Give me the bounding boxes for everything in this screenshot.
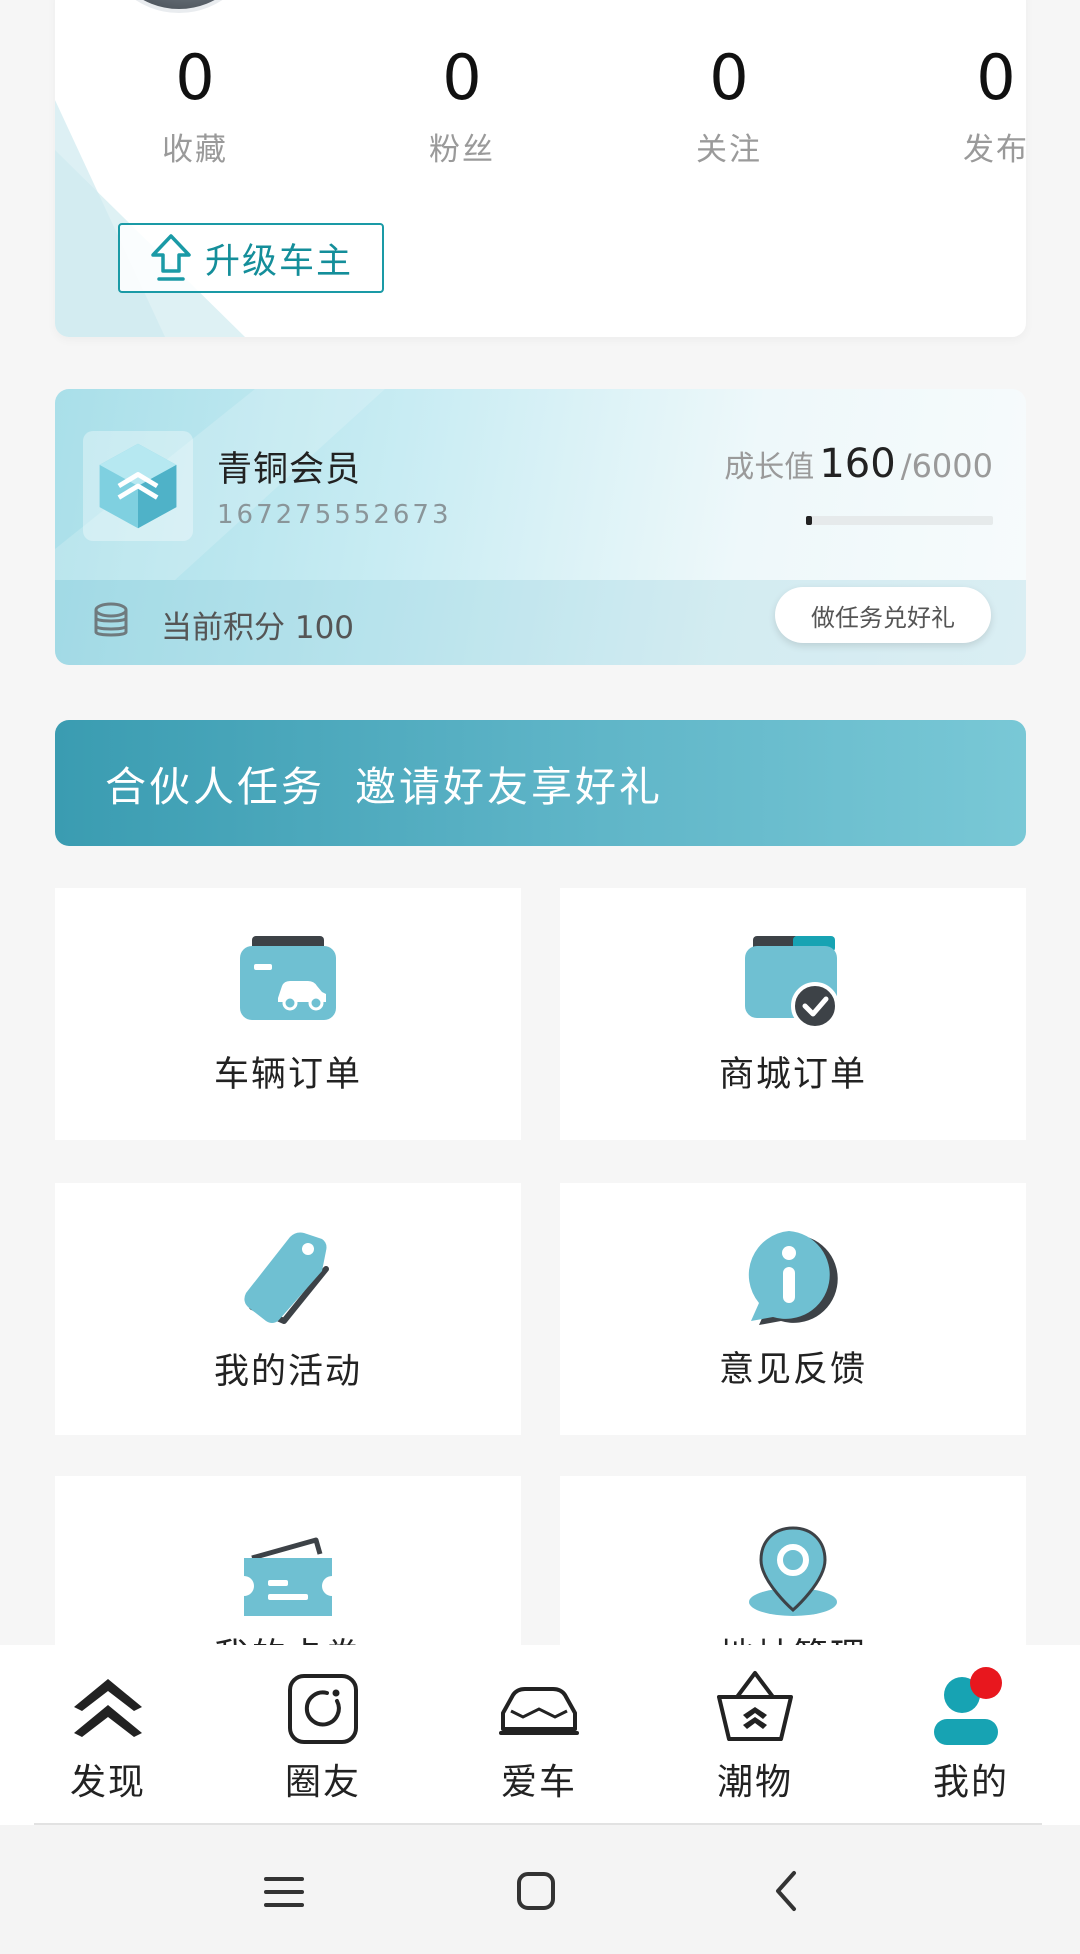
stat-favorites[interactable]: 0 收藏 [105, 42, 285, 169]
member-phone: 167275552673 [217, 500, 452, 530]
tile-my-coupons[interactable]: 我的卡券 [55, 1476, 521, 1645]
tile-feedback[interactable]: 意见反馈 [560, 1183, 1026, 1435]
tile-my-activities[interactable]: 我的活动 [55, 1183, 521, 1435]
mall-order-icon [745, 936, 839, 1028]
system-navigation-bar [0, 1825, 1080, 1954]
tab-circle-friends-label: 圈友 [284, 1762, 361, 1803]
stat-favorites-label: 收藏 [162, 132, 228, 168]
tab-discover-label: 发现 [69, 1762, 146, 1803]
member-card[interactable]: 青铜会员 167275552673 成长值 160 /6000 当前积分 100… [55, 389, 1026, 665]
tab-trendy-goods-label: 潮物 [716, 1762, 793, 1803]
tab-circle-friends[interactable]: 圈友 [248, 1645, 398, 1825]
stat-posts[interactable]: 0 发布 [906, 42, 1026, 169]
car-order-icon [240, 936, 336, 1020]
growth-progress-bar [806, 516, 993, 525]
stat-following-label: 关注 [696, 132, 762, 168]
bottom-tab-bar: 发现 圈友 爱车 潮物 我的 [0, 1645, 1080, 1825]
discover-chevron-icon [74, 1679, 142, 1737]
back-icon[interactable] [758, 1861, 818, 1921]
coins-icon [94, 602, 128, 637]
partner-task-banner[interactable]: 合伙人任务 邀请好友享好礼 [55, 720, 1026, 846]
stat-following[interactable]: 0 关注 [639, 42, 819, 169]
tab-discover[interactable]: 发现 [33, 1645, 183, 1825]
growth-max: /6000 [900, 447, 993, 485]
profile-card: 0 收藏 0 粉丝 0 关注 0 发布 升级车主 [55, 0, 1026, 337]
location-icon [749, 1526, 837, 1616]
stat-fans[interactable]: 0 粉丝 [372, 42, 552, 169]
member-level-icon [83, 431, 193, 541]
tile-vehicle-orders-label: 车辆订单 [213, 1055, 362, 1095]
partner-task-subtitle: 邀请好友享好礼 [355, 763, 663, 811]
task-redeem-button[interactable]: 做任务兑好礼 [775, 587, 991, 643]
tile-feedback-label: 意见反馈 [718, 1350, 867, 1390]
tile-address-management[interactable]: 地址管理 [560, 1476, 1026, 1645]
tile-mall-orders-label: 商城订单 [718, 1055, 867, 1095]
info-icon [748, 1231, 838, 1325]
growth-value-display: 成长值 160 /6000 [724, 441, 993, 487]
stat-fans-label: 粉丝 [429, 132, 495, 168]
tile-mall-orders[interactable]: 商城订单 [560, 888, 1026, 1140]
tab-mine[interactable]: 我的 [896, 1645, 1046, 1825]
notification-dot [970, 1667, 1002, 1699]
menu-icon[interactable] [254, 1861, 314, 1921]
stat-fans-count: 0 [442, 41, 482, 114]
growth-progress-fill [806, 516, 812, 525]
profile-icon [934, 1667, 1002, 1745]
current-points: 当前积分 100 [161, 610, 355, 646]
growth-value: 160 [819, 441, 896, 487]
basket-icon [717, 1671, 793, 1741]
stat-following-count: 0 [709, 41, 749, 114]
growth-label: 成长值 [724, 450, 815, 485]
car-icon [499, 1687, 579, 1735]
upgrade-owner-label: 升级车主 [204, 241, 353, 282]
tile-my-coupons-label: 我的卡券 [55, 1628, 521, 1645]
tab-my-car-label: 爱车 [500, 1762, 577, 1803]
tile-address-management-label: 地址管理 [560, 1628, 1026, 1645]
upgrade-arrow-icon [151, 234, 191, 281]
tab-my-car[interactable]: 爱车 [464, 1645, 614, 1825]
member-level-title: 青铜会员 [217, 450, 362, 490]
stat-favorites-count: 0 [175, 41, 215, 114]
avatar[interactable] [100, 0, 258, 13]
scroll-content: 0 收藏 0 粉丝 0 关注 0 发布 升级车主 青铜会员 1672755526… [0, 0, 1080, 1645]
coupon-icon [244, 1537, 332, 1616]
partner-task-title: 合伙人任务 [105, 763, 325, 811]
tile-vehicle-orders[interactable]: 车辆订单 [55, 888, 521, 1140]
tab-mine-label: 我的 [932, 1762, 1009, 1803]
tab-trendy-goods[interactable]: 潮物 [680, 1645, 830, 1825]
circle-friends-icon [288, 1674, 358, 1744]
upgrade-owner-button[interactable]: 升级车主 [118, 223, 384, 293]
tag-icon [244, 1232, 329, 1324]
home-icon[interactable] [506, 1861, 566, 1921]
stat-posts-count: 0 [976, 41, 1016, 114]
tile-my-activities-label: 我的活动 [213, 1352, 362, 1392]
stat-posts-label: 发布 [963, 132, 1026, 168]
